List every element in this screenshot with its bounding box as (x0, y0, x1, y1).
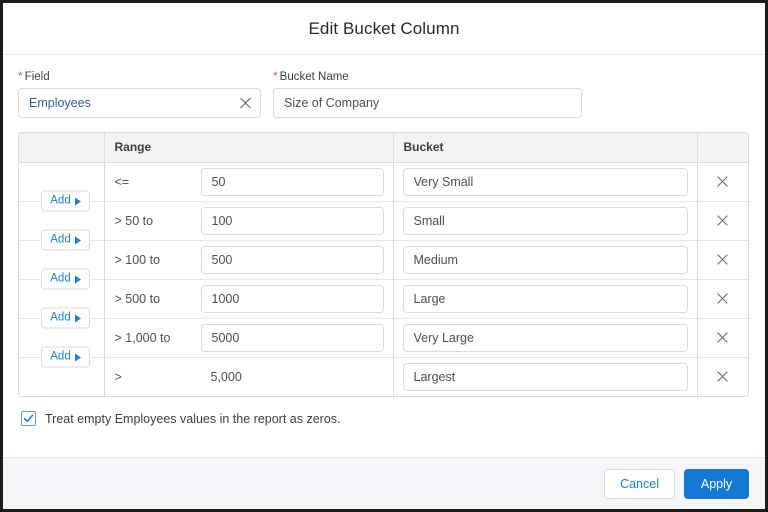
required-marker: * (273, 69, 278, 83)
bucket-name-label: * Bucket Name (273, 69, 582, 84)
add-range-button[interactable]: Add (41, 346, 90, 368)
table-row: > 50 to (19, 200, 748, 240)
add-range-button-label: Add (50, 350, 71, 363)
dialog-header: Edit Bucket Column (3, 3, 765, 55)
range-operator: > (114, 369, 122, 384)
add-range-button[interactable]: Add (41, 190, 90, 212)
triangle-right-icon (74, 314, 81, 322)
range-value-static: 5,000 (210, 369, 242, 384)
bucket-cell (392, 278, 697, 318)
range-cell: > 100 to (103, 239, 393, 279)
delete-cell (696, 239, 748, 279)
triangle-right-icon (74, 353, 81, 361)
range-operator: > 500 to (114, 291, 161, 306)
cancel-button[interactable]: Cancel (604, 468, 675, 499)
bucket-name-row-input[interactable] (402, 245, 688, 274)
add-range-button-label: Add (50, 311, 71, 324)
range-value-input[interactable] (200, 206, 384, 235)
column-header-range: Range (103, 133, 393, 163)
column-header-add (19, 133, 104, 163)
add-range-button[interactable]: Add (41, 268, 90, 290)
treat-empty-as-zeros-row: Treat empty Employees values in the repo… (18, 411, 750, 426)
clear-field-icon[interactable] (239, 97, 252, 110)
bucket-name-row-input[interactable] (402, 206, 688, 235)
table-row: > 100 to (19, 239, 748, 279)
delete-cell (696, 317, 748, 357)
range-cell: >5,000 (103, 356, 393, 396)
check-icon (23, 414, 34, 423)
bucket-name-label-text: Bucket Name (279, 71, 349, 83)
bucket-cell (392, 317, 697, 357)
delete-row-icon[interactable] (711, 248, 735, 272)
table-row: > 1,000 to (19, 317, 748, 357)
delete-cell (696, 200, 748, 240)
field-group-bucket-name: * Bucket Name (273, 69, 582, 118)
treat-empty-as-zeros-label: Treat empty Employees values in the repo… (45, 411, 341, 426)
delete-cell (696, 162, 748, 201)
table-body: <= > 50 to > 100 to > 500 to > 1,000 to >5,00… (19, 162, 748, 396)
bucket-name-row-input[interactable] (402, 323, 688, 352)
range-value-input[interactable] (200, 167, 384, 196)
delete-row-icon[interactable] (711, 287, 735, 311)
add-range-button-label: Add (50, 233, 71, 246)
bucket-name-input[interactable] (273, 88, 582, 118)
field-input[interactable] (18, 88, 261, 118)
range-value-input[interactable] (200, 323, 384, 352)
bucket-name-input-wrap (273, 88, 582, 118)
table-row: > 500 to (19, 278, 748, 318)
field-label-text: Field (24, 71, 50, 83)
bucket-name-row-input[interactable] (402, 362, 688, 391)
bucket-cell (392, 239, 697, 279)
table-header-row: Range Bucket (19, 133, 748, 163)
fields-row: *Field *Bucket Name (18, 55, 750, 118)
bucket-cell (392, 162, 697, 201)
range-value-input[interactable] (200, 284, 384, 313)
dialog-footer: Cancel Apply (3, 457, 765, 509)
range-operator: > 1,000 to (114, 330, 171, 345)
delete-row-icon[interactable] (711, 326, 735, 350)
field-group-field: * Field (18, 69, 261, 118)
triangle-right-icon (74, 275, 81, 283)
table-row: >5,000 (19, 356, 748, 396)
edit-bucket-column-dialog: Edit Bucket Column * Field Employees * B… (3, 3, 765, 509)
range-cell: <= (103, 162, 393, 201)
required-marker: * (18, 69, 23, 83)
add-range-button-label: Add (50, 194, 71, 207)
delete-row-icon[interactable] (711, 170, 735, 194)
range-cell: > 1,000 to (103, 317, 393, 357)
page-title: Edit Bucket Column (308, 18, 460, 38)
bucket-cell (392, 200, 697, 240)
apply-button[interactable]: Apply (684, 468, 749, 499)
add-range-button[interactable]: Add (41, 307, 90, 329)
bucket-name-row-input[interactable] (402, 284, 688, 313)
range-operator: <= (114, 174, 130, 189)
triangle-right-icon (74, 236, 81, 244)
add-range-button[interactable]: Add (41, 229, 90, 251)
range-value-input[interactable] (200, 245, 384, 274)
treat-empty-as-zeros-checkbox[interactable] (21, 411, 36, 426)
bucket-name-row-input[interactable] (402, 167, 688, 196)
bucket-cell (392, 356, 697, 396)
delete-cell (696, 356, 748, 396)
column-header-bucket: Bucket (392, 133, 697, 163)
add-range-button-label: Add (50, 272, 71, 285)
range-operator: > 50 to (114, 213, 154, 228)
column-header-delete (696, 133, 748, 163)
dialog-body: *Field *Bucket Name (3, 55, 765, 457)
bucket-ranges-table: Range Bucket <= > 50 to > 100 to > 500 to > … (18, 132, 749, 397)
delete-row-icon[interactable] (711, 209, 735, 233)
field-label: * Field (18, 69, 261, 84)
delete-row-icon[interactable] (711, 365, 735, 389)
range-cell: > 500 to (103, 278, 393, 318)
field-input-wrap (18, 88, 261, 118)
range-operator: > 100 to (114, 252, 161, 267)
range-cell: > 50 to (103, 200, 393, 240)
triangle-right-icon (74, 197, 81, 205)
delete-cell (696, 278, 748, 318)
table-row: <= (19, 162, 748, 201)
